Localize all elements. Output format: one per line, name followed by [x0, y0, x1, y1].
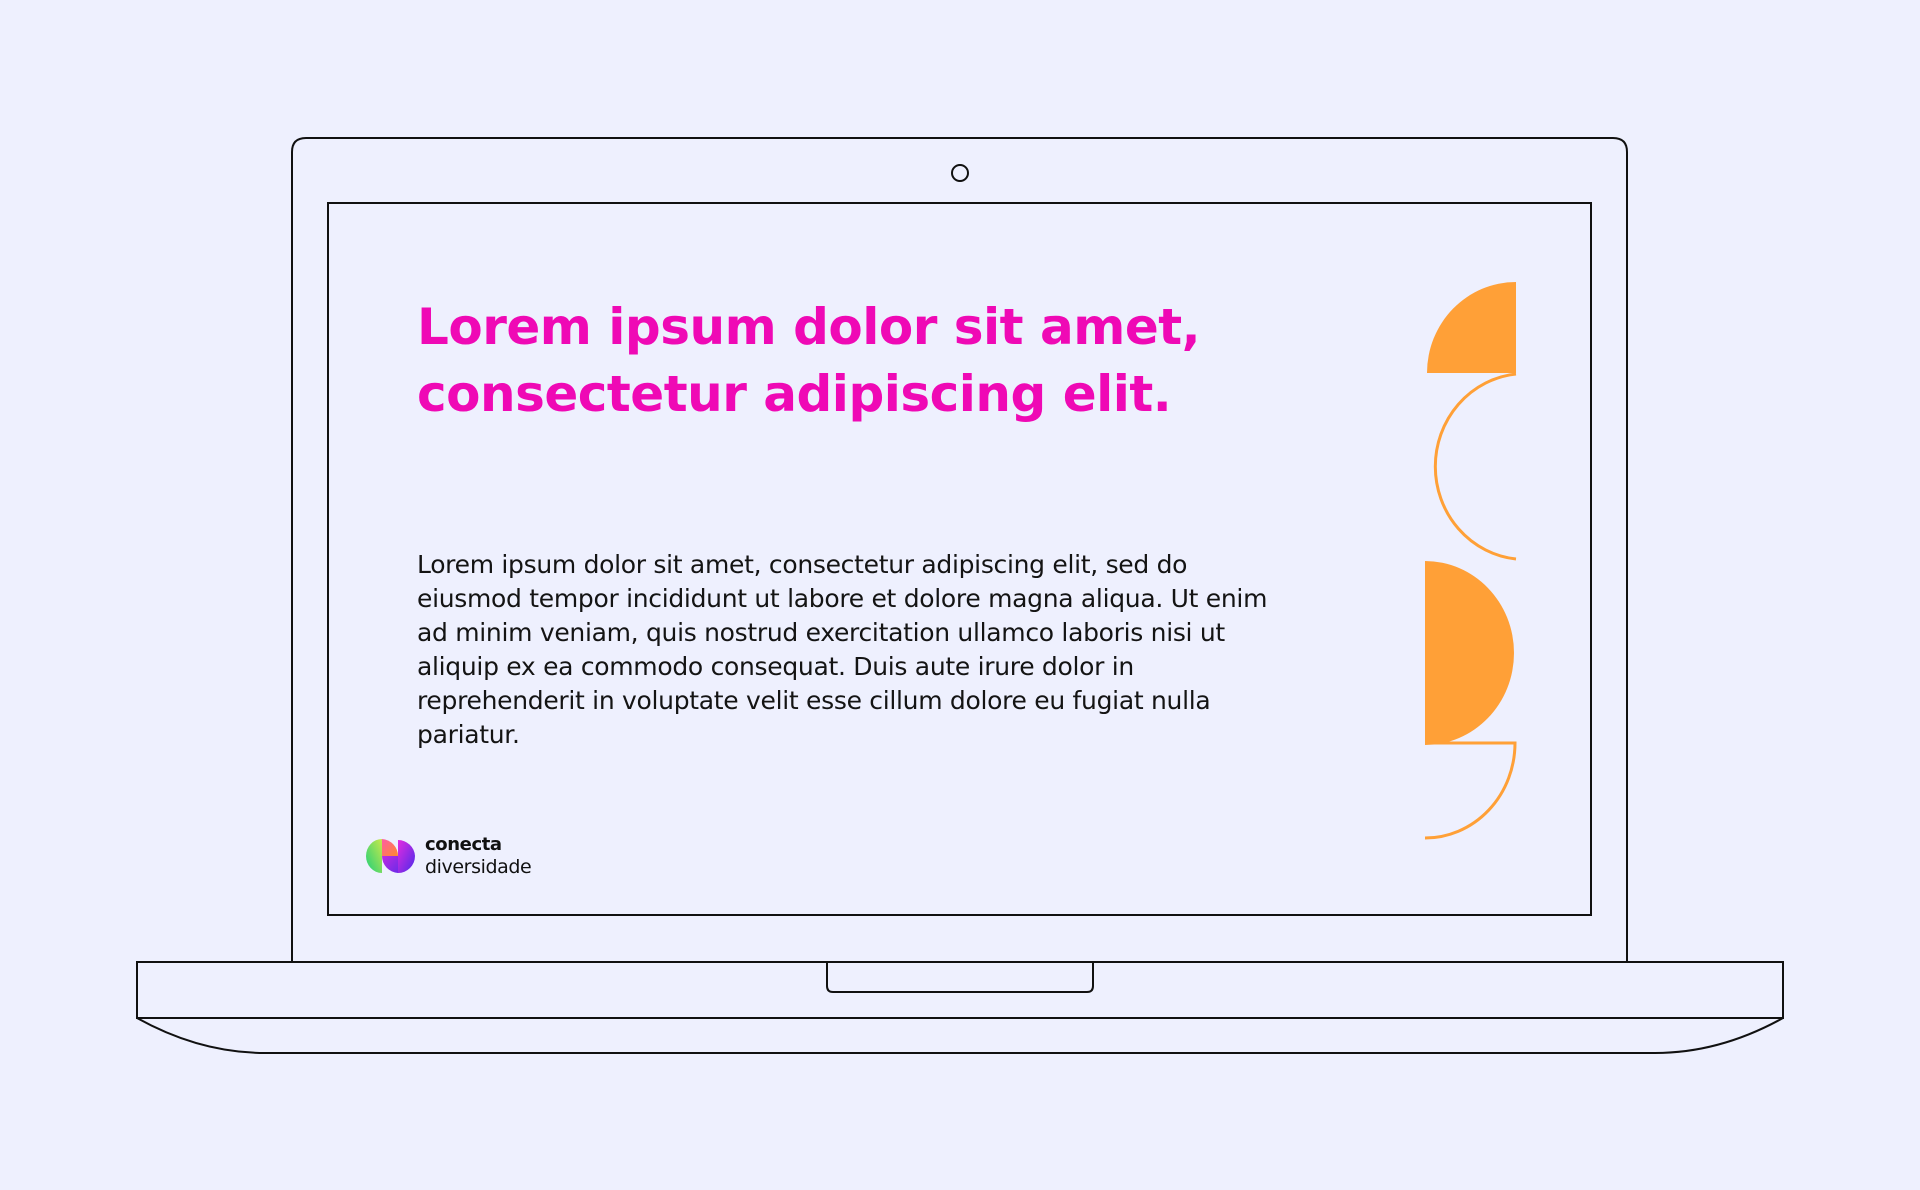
outline-quarter-shape	[1424, 741, 1517, 840]
filled-half-circle-right	[1425, 561, 1514, 745]
headline-line-2: consectetur adipiscing elit.	[417, 365, 1172, 423]
body-line: ad minim veniam, quis nostrud exercitati…	[417, 618, 1225, 647]
brand-logo: conecta diversidade	[365, 834, 532, 878]
brand-name: conecta	[425, 834, 502, 855]
body-line: reprehenderit in voluptate velit esse ci…	[417, 686, 1211, 715]
outline-half-circle-left	[1433, 372, 1517, 561]
headline: Lorem ipsum dolor sit amet, consectetur …	[417, 294, 1317, 428]
laptop-mockup: Lorem ipsum dolor sit amet, consectetur …	[0, 0, 1920, 1190]
conecta-logo-icon	[366, 839, 415, 873]
brand-tagline: diversidade	[425, 856, 532, 878]
laptop-bottom-edge	[136, 1017, 1784, 1054]
body-paragraph: Lorem ipsum dolor sit amet, consectetur …	[417, 548, 1377, 752]
webcam-icon	[951, 164, 969, 182]
body-line: aliquip ex ea commodo consequat. Duis au…	[417, 652, 1134, 681]
brand-wordmark: conecta diversidade	[425, 834, 532, 878]
body-line: Lorem ipsum dolor sit amet, consectetur …	[417, 550, 1188, 579]
laptop-base	[136, 961, 1784, 1019]
filled-quarter-shape	[1427, 282, 1516, 373]
decorative-shapes	[1424, 282, 1517, 840]
headline-line-1: Lorem ipsum dolor sit amet,	[417, 298, 1201, 356]
body-line: eiusmod tempor incididunt ut labore et d…	[417, 584, 1268, 613]
body-line: pariatur.	[417, 720, 520, 749]
hinge-notch	[826, 963, 1094, 993]
